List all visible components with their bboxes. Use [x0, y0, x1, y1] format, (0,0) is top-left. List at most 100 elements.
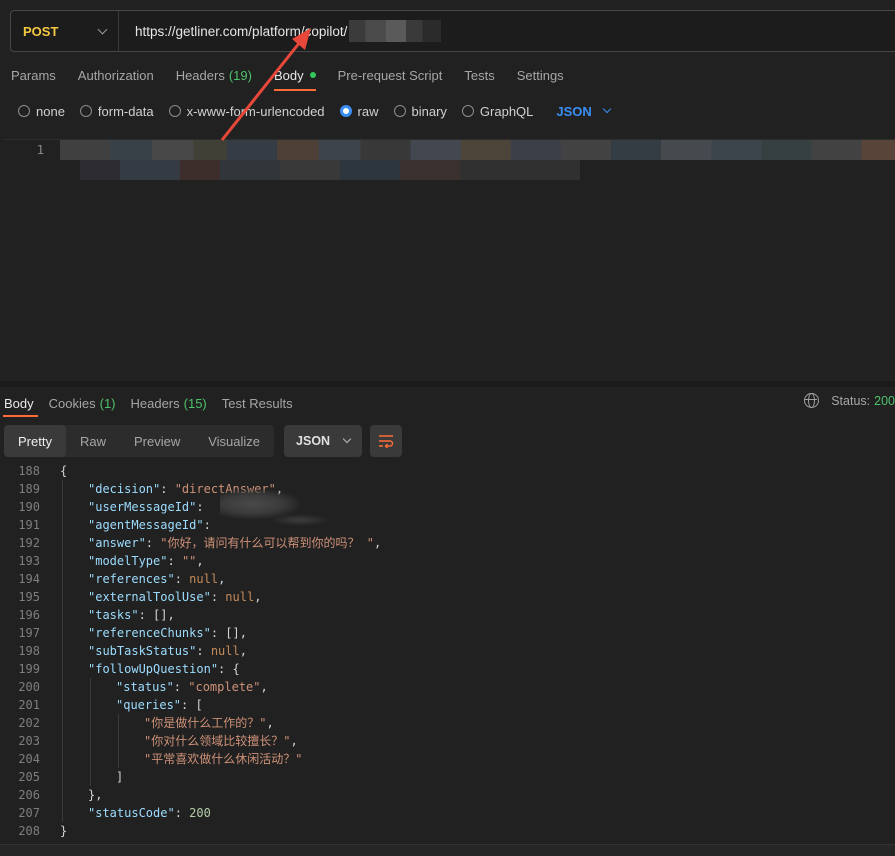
globe-icon[interactable] [804, 393, 820, 408]
wrap-lines-button[interactable] [370, 425, 403, 457]
code-line: 191 "agentMessageId": [0, 516, 895, 534]
response-format-select[interactable]: JSON [284, 425, 363, 457]
line-number: 199 [18, 662, 40, 676]
code-text: "你是做什么工作的？", [40, 714, 274, 732]
tab-headers-label: Headers [175, 67, 225, 83]
code-text: "externalToolUse": null, [40, 588, 261, 606]
radio-form-data[interactable]: form-data [79, 103, 154, 119]
code-line: 192 "answer": "你好，请问有什么可以帮到你的吗？ ", [0, 534, 895, 552]
bracket-token: { [232, 662, 240, 676]
line-number: 203 [18, 734, 40, 748]
colon-token: : [203, 518, 219, 532]
bracket-token: } [60, 824, 68, 838]
view-raw-button[interactable]: Raw [66, 425, 120, 457]
json-key: "externalToolUse" [88, 590, 211, 604]
tab-tests[interactable]: Tests [453, 60, 505, 90]
comma-token: , [290, 734, 298, 748]
line-number: 208 [18, 824, 40, 838]
colon-token: : [174, 572, 190, 586]
colon-token: : [218, 662, 233, 676]
url-input[interactable]: https://getliner.com/platform/copilot/ [119, 20, 442, 42]
json-null-value: null [189, 572, 219, 586]
radio-graphql[interactable]: GraphQL [461, 104, 533, 119]
code-text: "subTaskStatus": null, [40, 642, 247, 660]
code-text: "modelType": "", [40, 552, 204, 570]
request-body-editor[interactable]: 1 [4, 139, 895, 379]
radio-binary-label: binary [411, 103, 447, 119]
radio-icon [18, 105, 30, 117]
redacted-body-line [60, 140, 895, 160]
colon-token: : [173, 680, 189, 694]
line-number: 204 [18, 752, 40, 766]
code-line: 189"decision": "directAnswer", [0, 480, 895, 498]
view-visualize-button[interactable]: Visualize [194, 425, 274, 457]
radio-raw[interactable]: raw [339, 104, 379, 119]
comma-token: , [254, 590, 262, 604]
request-url-bar: POST https://getliner.com/platform/copil… [10, 10, 895, 52]
tab-test-results[interactable]: Test Results [218, 390, 300, 416]
view-preview-button[interactable]: Preview [120, 425, 194, 457]
json-key: "references" [88, 572, 175, 586]
json-key: "answer" [88, 536, 146, 550]
code-text: "references": null, [40, 570, 225, 588]
method-select[interactable]: POST [11, 11, 119, 51]
tab-settings[interactable]: Settings [506, 60, 575, 90]
line-number: 196 [18, 608, 40, 622]
radio-none-label: none [36, 103, 65, 119]
line-number: 206 [18, 788, 40, 802]
json-key: "decision" [88, 482, 161, 496]
line-number: 190 [18, 500, 40, 514]
line-number: 200 [18, 680, 40, 694]
code-line: 200 "status": "complete", [0, 678, 895, 696]
code-line: 202 "你是做什么工作的？", [0, 714, 895, 732]
response-format-label: JSON [296, 434, 331, 448]
tab-pre-request-label: Pre-request Script [337, 67, 443, 83]
json-key: "status" [116, 680, 174, 694]
comma-token: , [218, 572, 226, 586]
tab-cookies[interactable]: Cookies (1) [45, 390, 123, 416]
code-line: 208} [0, 822, 895, 840]
indent-guide [62, 480, 63, 822]
tab-headers[interactable]: Headers (19) [165, 60, 263, 90]
code-text: "tasks": [], [40, 606, 175, 624]
tab-response-headers[interactable]: Headers (15) [127, 390, 214, 416]
line-number: 197 [18, 626, 40, 640]
colon-token: : [160, 482, 175, 496]
tab-params[interactable]: Params [0, 60, 67, 90]
wrap-lines-icon [379, 435, 394, 448]
line-number: 201 [18, 698, 40, 712]
code-text: { [40, 462, 67, 480]
status-code[interactable]: 200 [874, 394, 895, 408]
tab-body-label: Body [273, 67, 304, 83]
response-tabs: Body Cookies (1) Headers (15) Test Results [0, 390, 304, 417]
code-line: 201 "queries": [ [0, 696, 895, 714]
raw-format-select[interactable]: JSON [556, 103, 612, 119]
redacted-value [270, 514, 330, 526]
radio-binary[interactable]: binary [393, 103, 447, 119]
radio-form-data-label: form-data [97, 103, 154, 119]
colon-token: : [174, 806, 190, 820]
tab-authorization[interactable]: Authorization [67, 60, 165, 90]
line-number: 207 [18, 806, 40, 820]
radio-urlencoded[interactable]: x-www-form-urlencoded [168, 104, 325, 119]
tab-response-body[interactable]: Body [0, 390, 41, 417]
tab-pre-request-script[interactable]: Pre-request Script [327, 60, 454, 90]
panel-divider[interactable] [0, 381, 895, 387]
code-line: 205] [0, 768, 895, 786]
raw-format-label: JSON [556, 103, 592, 119]
tab-params-label: Params [11, 67, 56, 83]
bracket-token: { [60, 464, 68, 478]
radio-none[interactable]: none [18, 104, 65, 119]
code-text: "平常喜欢做什么休闲活动？" [40, 750, 302, 768]
bracket-token: }, [88, 788, 103, 802]
colon-token: : [138, 608, 154, 622]
code-line: 203 "你对什么领域比较擅长？", [0, 732, 895, 750]
view-pretty-button[interactable]: Pretty [4, 425, 66, 457]
response-body-viewer[interactable]: 188{189"decision": "directAnswer",190"us… [0, 462, 895, 842]
code-line: 194 "references": null, [0, 570, 895, 588]
json-key: "statusCode" [88, 806, 175, 820]
json-string-value: "你对什么领域比较擅长？" [144, 734, 291, 748]
tab-test-results-label: Test Results [221, 395, 293, 411]
tab-body[interactable]: Body [263, 60, 327, 91]
radio-selected-icon [339, 105, 352, 117]
